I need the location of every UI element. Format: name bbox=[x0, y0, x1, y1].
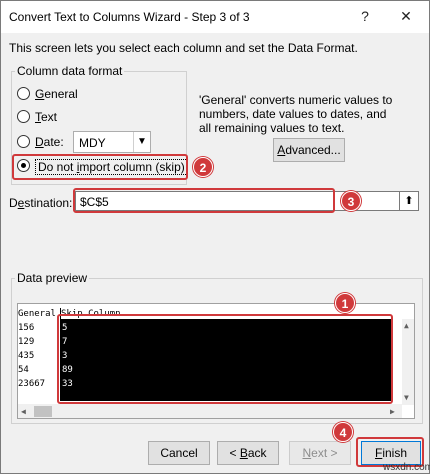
radio-text-label: Text bbox=[35, 110, 58, 124]
annotation-badge-2: 2 bbox=[193, 157, 213, 177]
preview-cell: 129 bbox=[18, 337, 35, 347]
wizard-window: Convert Text to Columns Wizard - Step 3 … bbox=[0, 0, 430, 474]
help-button[interactable]: ? bbox=[354, 5, 376, 27]
horizontal-scroll-thumb[interactable] bbox=[34, 406, 52, 417]
radio-general[interactable] bbox=[17, 87, 30, 100]
scroll-right-icon[interactable]: ▶ bbox=[390, 407, 395, 416]
radio-text[interactable] bbox=[17, 110, 30, 123]
data-preview-label: Data preview bbox=[15, 271, 90, 285]
horizontal-scrollbar[interactable]: ◀ ▶ bbox=[18, 404, 402, 418]
preview-cell: 23667 bbox=[18, 379, 46, 389]
collapse-dialog-icon[interactable]: ⬆ bbox=[399, 191, 419, 211]
radio-date[interactable] bbox=[17, 135, 30, 148]
intro-text: This screen lets you select each column … bbox=[9, 41, 358, 55]
radio-general-label: General bbox=[35, 87, 78, 101]
next-button[interactable]: Next > bbox=[289, 441, 351, 465]
back-button[interactable]: < Back bbox=[217, 441, 279, 465]
destination-label: Destination: bbox=[9, 196, 73, 210]
window-title: Convert Text to Columns Wizard - Step 3 … bbox=[9, 10, 250, 24]
annotation-box-1 bbox=[57, 314, 393, 404]
preview-cell: 156 bbox=[18, 323, 35, 333]
cancel-button[interactable]: Cancel bbox=[148, 441, 210, 465]
watermark: wsxdn.com bbox=[383, 462, 430, 473]
radio-date-label: Date: bbox=[35, 135, 64, 149]
column-format-legend: Column data format bbox=[15, 64, 125, 78]
annotation-badge-3: 3 bbox=[341, 191, 361, 211]
scroll-up-icon[interactable]: ▲ bbox=[404, 321, 409, 330]
scroll-down-icon[interactable]: ▼ bbox=[404, 393, 409, 402]
annotation-box-2 bbox=[12, 154, 188, 180]
scroll-left-icon[interactable]: ◀ bbox=[21, 407, 26, 416]
column-header-general[interactable]: General bbox=[18, 308, 60, 320]
annotation-badge-4: 4 bbox=[333, 422, 353, 442]
close-button[interactable]: ✕ bbox=[395, 5, 417, 27]
annotation-box-3 bbox=[73, 188, 335, 213]
preview-cell: 435 bbox=[18, 351, 35, 361]
preview-cell: 54 bbox=[18, 365, 29, 375]
date-format-value: MDY bbox=[79, 136, 106, 150]
help-text: 'General' converts numeric values to num… bbox=[199, 93, 393, 135]
annotation-badge-1: 1 bbox=[335, 293, 355, 313]
chevron-down-icon: ▼ bbox=[133, 132, 150, 152]
date-format-select[interactable]: MDY ▼ bbox=[73, 131, 151, 153]
advanced-button[interactable]: Advanced... bbox=[273, 138, 345, 162]
vertical-scrollbar[interactable]: ▲ ▼ bbox=[402, 319, 414, 405]
title-bar: Convert Text to Columns Wizard - Step 3 … bbox=[1, 1, 429, 33]
